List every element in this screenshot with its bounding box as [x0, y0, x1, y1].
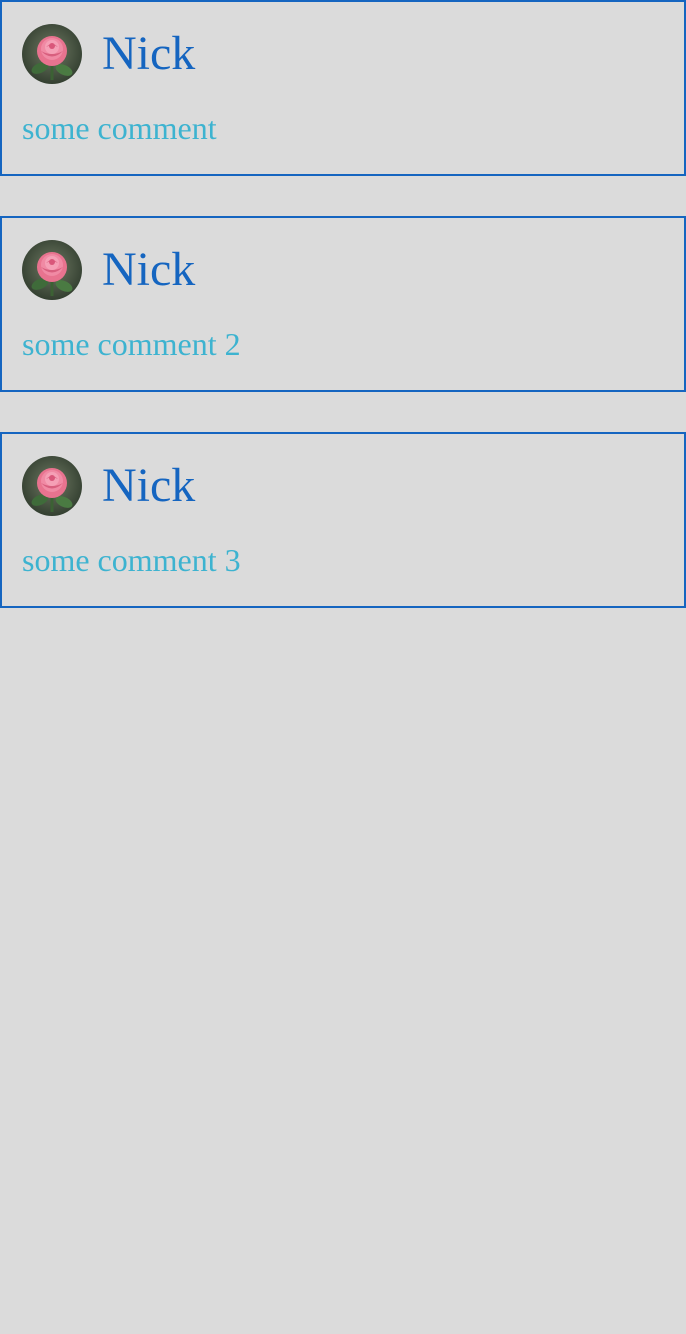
- author-name[interactable]: Nick: [102, 24, 195, 84]
- comment-card[interactable]: Nick some comment 3: [0, 432, 686, 608]
- comment-card[interactable]: Nick some comment: [0, 0, 686, 176]
- author-name[interactable]: Nick: [102, 456, 195, 516]
- comment-list: Nick some comment Nick some comment 2 Ni…: [0, 0, 686, 608]
- comment-header: Nick: [22, 240, 195, 300]
- author-name[interactable]: Nick: [102, 240, 195, 300]
- comment-text: some comment 2: [22, 326, 241, 362]
- rose-avatar-icon[interactable]: [22, 240, 82, 300]
- comment-header: Nick: [22, 456, 195, 516]
- comment-text: some comment: [22, 110, 217, 146]
- comment-header: Nick: [22, 24, 195, 84]
- rose-avatar-icon[interactable]: [22, 24, 82, 84]
- rose-avatar-icon[interactable]: [22, 456, 82, 516]
- comment-card[interactable]: Nick some comment 2: [0, 216, 686, 392]
- comment-text: some comment 3: [22, 542, 241, 578]
